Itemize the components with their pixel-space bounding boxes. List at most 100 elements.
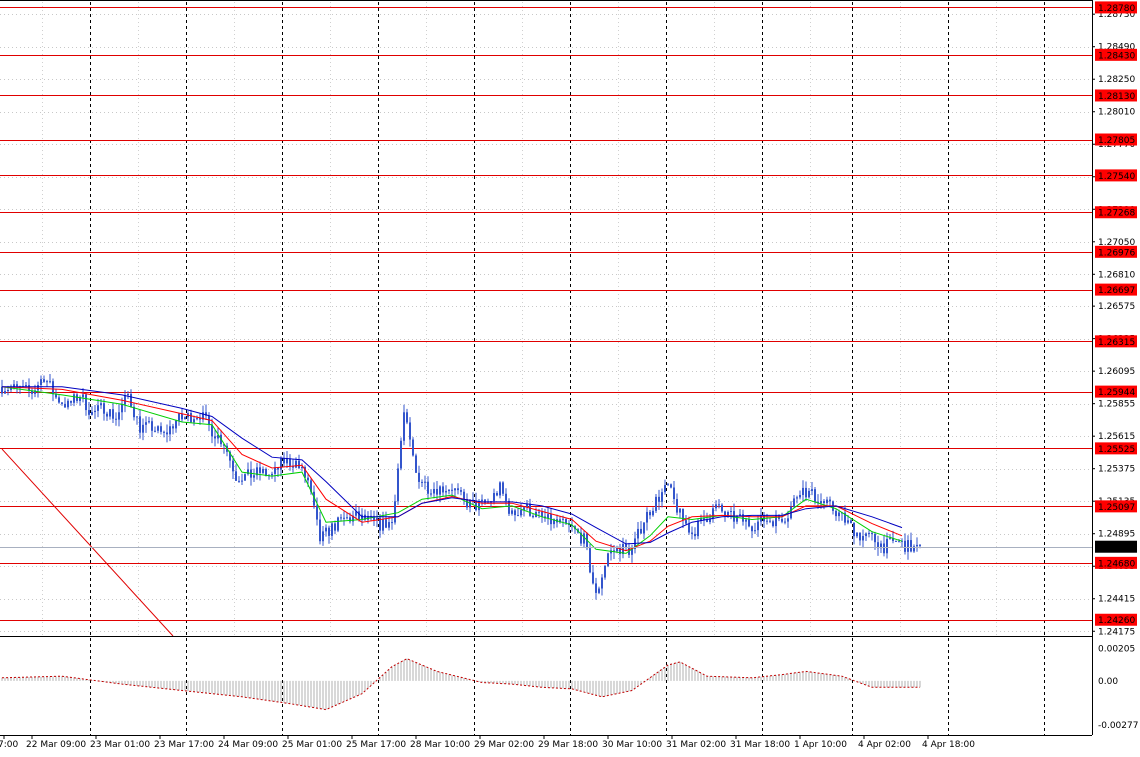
time-tick-label: 4 Apr 18:00 [922, 740, 975, 750]
candle-body [826, 499, 828, 504]
level-tag-label: 1.26697 [1098, 286, 1135, 296]
candle-body [1, 386, 3, 394]
level-tag: 1.26315 [1095, 335, 1137, 348]
candle-body [736, 515, 738, 522]
candle-body [400, 440, 402, 469]
level-tag: 1.28430 [1095, 48, 1137, 61]
candle-body [412, 439, 414, 456]
price-tick-label: 1.26095 [1098, 367, 1135, 377]
candle-body [694, 533, 696, 537]
candle-body [853, 522, 855, 537]
candle-body [517, 515, 519, 517]
candle-body [391, 522, 393, 524]
level-tag: 1.28130 [1095, 89, 1137, 102]
candle-body [715, 504, 717, 509]
candle-body [862, 536, 864, 541]
candle-body [601, 577, 603, 589]
candle-body [529, 503, 531, 516]
candle-body [25, 385, 27, 387]
candle-body [541, 511, 543, 517]
candle-body [565, 518, 567, 524]
price-tick-label: 1.24175 [1098, 627, 1135, 637]
candle-body [121, 404, 123, 413]
time-tick-label: 30 Mar 10:00 [602, 740, 662, 750]
candle-body [796, 497, 798, 499]
candle-body [706, 519, 708, 523]
candle-body [403, 412, 405, 441]
price-tick-label: 1.28250 [1098, 75, 1135, 85]
price-chart[interactable]: 1.287301.284901.282501.280101.277701.275… [0, 0, 1140, 757]
candle-body [730, 511, 732, 513]
candle-body [463, 491, 465, 500]
candle-body [307, 477, 309, 481]
candle-body [214, 436, 216, 439]
candle-body [169, 426, 171, 435]
candle-body [145, 422, 147, 425]
level-tag-label: 1.28780 [1098, 4, 1135, 14]
candle-body [118, 412, 120, 420]
price-tick-label: 1.24895 [1098, 530, 1135, 540]
candle-body [283, 458, 285, 464]
candle-body [496, 493, 498, 496]
candle-body [886, 538, 888, 554]
candle-body [346, 517, 348, 519]
candle-body [241, 480, 243, 482]
candle-body [436, 488, 438, 495]
candle-body [103, 403, 105, 414]
candle-body [196, 418, 198, 420]
candle-body [148, 421, 150, 423]
candle-body [538, 511, 540, 513]
candle-body [163, 431, 165, 433]
candle-body [664, 485, 666, 493]
candle-body [106, 413, 108, 417]
candle-body [835, 510, 837, 517]
candle-body [499, 482, 501, 496]
candle-body [322, 531, 324, 542]
time-tick-label: 31 Mar 18:00 [730, 740, 790, 750]
candle-body [451, 489, 453, 491]
candle-body [67, 400, 69, 408]
level-tag-label: 1.25944 [1098, 388, 1135, 398]
candle-body [907, 540, 909, 552]
candle-body [415, 455, 417, 473]
oscillator-tick-label: 0.00 [1098, 677, 1118, 687]
level-tag-label: 1.27268 [1098, 209, 1135, 219]
candle-body [43, 379, 45, 382]
price-tick-label: 1.25615 [1098, 432, 1135, 442]
candle-body [421, 481, 423, 483]
candle-body [337, 517, 339, 531]
candle-body [82, 394, 84, 398]
candle-body [532, 515, 534, 518]
candle-body [160, 426, 162, 432]
candle-body [454, 488, 456, 491]
candle-body [130, 393, 132, 407]
candle-body [811, 489, 813, 491]
oscillator-tick-label: 0.00205 [1098, 644, 1135, 654]
candle-body [271, 473, 273, 476]
candle-body [655, 496, 657, 511]
candle-body [868, 532, 870, 534]
candle-body [652, 510, 654, 516]
candle-body [175, 420, 177, 429]
level-tag-label: 1.28130 [1098, 92, 1135, 102]
candle-body [64, 403, 66, 408]
candle-body [232, 460, 234, 472]
candle-body [280, 458, 282, 470]
price-tick-label: 1.26810 [1098, 270, 1135, 280]
candle-body [433, 488, 435, 494]
candle-body [673, 487, 675, 500]
price-tick-label: 1.25855 [1098, 400, 1135, 410]
candle-body [331, 523, 333, 536]
time-tick-label: 23 Mar 17:00 [154, 740, 214, 750]
level-tag-label: 1.26315 [1098, 338, 1135, 348]
candle-body [751, 526, 753, 532]
candle-body [625, 544, 627, 548]
candle-body [427, 481, 429, 494]
candle-body [97, 405, 99, 411]
oscillator-tick-label: -0.00277 [1098, 721, 1138, 731]
candle-body [136, 416, 138, 418]
candle-body [172, 426, 174, 429]
level-tag: 1.27268 [1095, 206, 1137, 219]
level-tag-label: 1.27805 [1098, 136, 1135, 146]
candle-body [448, 489, 450, 492]
